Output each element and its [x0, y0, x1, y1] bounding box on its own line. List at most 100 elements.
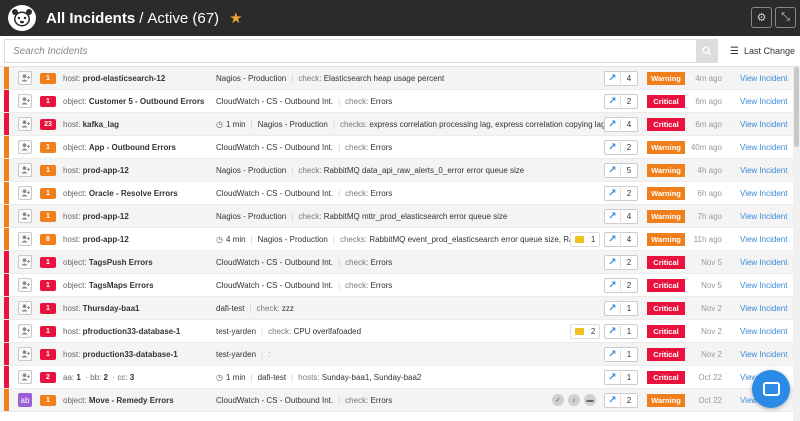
- subject-key: aa:: [63, 372, 75, 382]
- assign-user-button[interactable]: [18, 209, 32, 223]
- share-button[interactable]: ↗ 5: [604, 162, 638, 178]
- assign-user-button[interactable]: [18, 117, 32, 131]
- incident-row[interactable]: 23 host: kafka_lag ◷ 1 min | Nagios - Produ…: [0, 113, 793, 136]
- share-button[interactable]: ↗ 4: [604, 208, 638, 224]
- share-button[interactable]: ↗ 4: [604, 116, 638, 132]
- incident-row[interactable]: 1 object: TagsPush Errors CloudWatch - C…: [0, 251, 793, 274]
- view-incident-link[interactable]: View Incident: [740, 304, 787, 313]
- check-value: RabbitMQ data_api_raw_alerts_0_error err…: [323, 165, 525, 175]
- comments-button[interactable]: 1: [570, 231, 600, 247]
- assign-user-button[interactable]: [18, 370, 32, 384]
- view-incident-link[interactable]: View Incident: [740, 74, 787, 83]
- view-incident-link[interactable]: View Incident: [740, 281, 787, 290]
- status-badge: Critical: [647, 278, 685, 292]
- share-button[interactable]: ↗ 4: [604, 70, 638, 86]
- incident-row[interactable]: 8 host: prod-app-12 ◷ 4 min | Nagios - Prod…: [0, 228, 793, 251]
- assign-user-button[interactable]: [18, 186, 32, 200]
- scrollbar-thumb[interactable]: [794, 67, 799, 147]
- title-filter[interactable]: Active (67): [147, 10, 219, 27]
- incident-row[interactable]: 1 host: production33-database-1 test-yar…: [0, 343, 793, 366]
- assign-user-button[interactable]: [18, 301, 32, 315]
- subject-value: pfroduction33-database-1: [82, 326, 181, 336]
- view-incident-link[interactable]: View Incident: [740, 327, 787, 336]
- incident-time: 40m ago: [690, 142, 722, 152]
- incident-subject: host: prod-app-12: [63, 235, 129, 244]
- comment-icon[interactable]: ▬: [584, 394, 596, 406]
- incident-time: Nov 2: [701, 326, 722, 336]
- incident-row[interactable]: 1 host: prod-app-12 Nagios - Production |…: [0, 159, 793, 182]
- search-button[interactable]: [696, 39, 718, 63]
- incident-row[interactable]: 1 host: Thursday-baa1 dafi-test | check: z…: [0, 297, 793, 320]
- incident-row[interactable]: ab 1 object: Move - Remedy Errors CloudW…: [0, 389, 793, 412]
- incident-source: CloudWatch - CS - Outbound Int. | check: E…: [216, 188, 393, 198]
- scrollbar[interactable]: [793, 67, 800, 421]
- view-incident-link[interactable]: View Incident: [740, 143, 787, 152]
- incident-time: 6h ago: [697, 188, 722, 198]
- search-input[interactable]: [4, 39, 696, 63]
- gear-icon[interactable]: ⚙: [751, 7, 772, 28]
- assign-user-button[interactable]: [18, 163, 32, 177]
- incident-time: 7h ago: [697, 211, 722, 221]
- view-incident-link[interactable]: View Incident: [740, 350, 787, 359]
- source-name: dafi-test: [216, 303, 245, 313]
- incident-row[interactable]: 1 host: prod-elasticsearch-12 Nagios - P…: [0, 67, 793, 90]
- view-incident-link[interactable]: View Incident: [740, 166, 787, 175]
- star-icon[interactable]: ★: [229, 9, 242, 27]
- compress-icon[interactable]: ⤡: [775, 7, 796, 28]
- duration: 1 min: [225, 119, 246, 129]
- share-button[interactable]: ↗ 2: [604, 139, 638, 155]
- share-button[interactable]: ↗ 1: [604, 300, 638, 316]
- bear-logo-icon[interactable]: [8, 5, 36, 31]
- share-button[interactable]: ↗ 1: [604, 323, 638, 339]
- severity-bar: [4, 228, 9, 250]
- incident-row[interactable]: 1 object: Oracle - Resolve Errors CloudW…: [0, 182, 793, 205]
- share-button[interactable]: ↗ 2: [604, 185, 638, 201]
- check-icon[interactable]: ✓: [552, 394, 564, 406]
- check-key: check:: [298, 211, 322, 221]
- assign-user-button[interactable]: [18, 347, 32, 361]
- clock-icon: ◷: [216, 372, 223, 382]
- view-incident-link[interactable]: View Incident: [740, 97, 787, 106]
- share-button[interactable]: ↗ 2: [604, 392, 638, 408]
- incident-row[interactable]: 1 host: pfroduction33-database-1 test-ya…: [0, 320, 793, 343]
- share-button[interactable]: ↗ 1: [604, 346, 638, 362]
- search-icon: [702, 46, 712, 56]
- check-key: check:: [345, 188, 369, 198]
- subject-value: prod-app-12: [82, 211, 129, 221]
- incident-row[interactable]: 2 aa: 1 · bb: 2 · cc: 3 ◷ 1 min | dafi-test…: [0, 366, 793, 389]
- incident-row[interactable]: 1 object: App - Outbound Errors CloudWat…: [0, 136, 793, 159]
- comments-button[interactable]: 2: [570, 323, 600, 339]
- view-incident-link[interactable]: View Incident: [740, 212, 787, 221]
- share-icon: ↗: [605, 348, 621, 360]
- share-button[interactable]: ↗ 2: [604, 93, 638, 109]
- check-value: Sunday-baa1, Sunday-baa2: [321, 372, 422, 382]
- chat-launcher-button[interactable]: [752, 370, 790, 408]
- avatar[interactable]: ab: [18, 393, 32, 407]
- incident-row[interactable]: 1 object: Customer 5 - Outbound Errors C…: [0, 90, 793, 113]
- view-incident-link[interactable]: View Incident: [740, 258, 787, 267]
- alert-count-badge: 1: [40, 187, 56, 199]
- share-count: 2: [626, 257, 632, 267]
- assign-user-button[interactable]: [18, 71, 32, 85]
- view-incident-link[interactable]: View Incident: [740, 120, 787, 129]
- assign-user-button[interactable]: [18, 140, 32, 154]
- view-incident-link[interactable]: View Incident: [740, 189, 787, 198]
- share-button[interactable]: ↗ 4: [604, 231, 638, 247]
- assign-user-button[interactable]: [18, 94, 32, 108]
- add-user-icon: [21, 143, 30, 151]
- source-name: CloudWatch - CS - Outbound Int.: [216, 280, 334, 290]
- source-name: Nagios - Production: [216, 73, 287, 83]
- view-incident-link[interactable]: View Incident: [740, 235, 787, 244]
- sort-dropdown[interactable]: ☰ Last Change: [730, 46, 795, 57]
- incident-row[interactable]: 1 host: prod-app-12 Nagios - Production |…: [0, 205, 793, 228]
- incident-row[interactable]: 1 object: TagsMaps Errors CloudWatch - C…: [0, 274, 793, 297]
- assign-user-button[interactable]: [18, 232, 32, 246]
- share-button[interactable]: ↗ 2: [604, 277, 638, 293]
- share-button[interactable]: ↗ 1: [604, 369, 638, 385]
- assign-user-button[interactable]: [18, 255, 32, 269]
- incident-source: CloudWatch - CS - Outbound Int. | check: E…: [216, 395, 393, 405]
- bell-icon[interactable]: ♪: [568, 394, 580, 406]
- assign-user-button[interactable]: [18, 278, 32, 292]
- share-button[interactable]: ↗ 2: [604, 254, 638, 270]
- assign-user-button[interactable]: [18, 324, 32, 338]
